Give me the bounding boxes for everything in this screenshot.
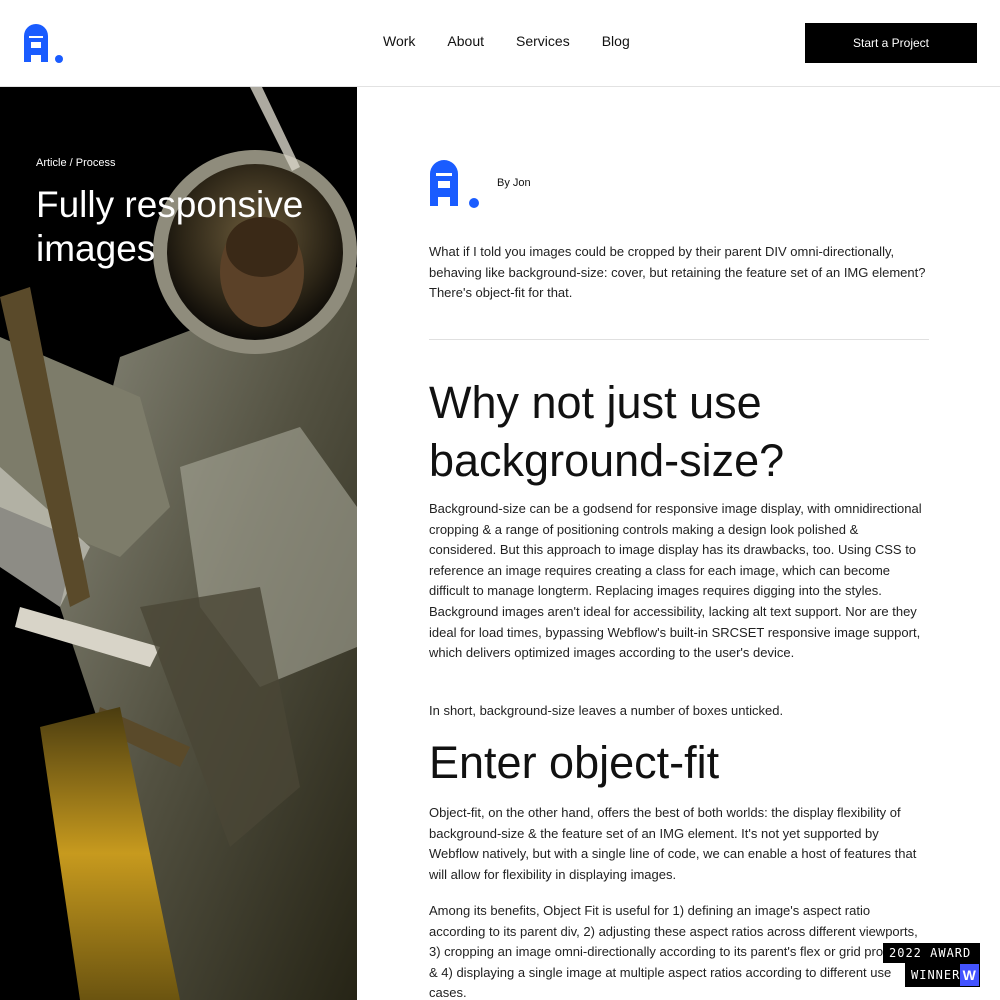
heading-object-fit: Enter object-fit [429,737,720,788]
nav-link-blog[interactable]: Blog [602,33,630,49]
webflow-logo-icon: W [960,964,979,986]
brand-logo-icon[interactable] [22,22,66,66]
nav-link-work[interactable]: Work [383,33,415,49]
site-header: Work About Services Blog Start a Project [0,0,1000,87]
heading-background-size: Why not just use background-size? [429,377,785,486]
award-badge-winner-label: WINNER [911,968,961,982]
body-paragraph: Among its benefits, Object Fit is useful… [429,903,926,1000]
nav-link-about[interactable]: About [447,33,484,49]
body-paragraph: Background-size can be a godsend for res… [429,501,922,661]
award-badge[interactable]: 2022 AWARD WINNER W [883,943,980,987]
award-badge-year: 2022 AWARD [883,943,980,963]
hero-panel: Article / Process Fully responsive image… [0,87,357,1000]
intro-paragraph: What if I told you images could be cropp… [429,244,926,301]
section-divider [429,339,929,340]
page-title: Fully responsive images [36,184,304,269]
body-paragraph: Object-fit, on the other hand, offers th… [429,805,917,882]
start-project-button[interactable]: Start a Project [805,23,977,63]
author-block: By Jon [429,157,531,209]
author-name: By Jon [497,177,531,189]
nav-link-services[interactable]: Services [516,33,570,49]
author-avatar-icon [430,160,479,208]
award-badge-winner: WINNER W [905,963,980,987]
main-nav: Work About Services Blog [383,33,662,49]
breadcrumb[interactable]: Article / Process [36,157,115,169]
body-paragraph: In short, background-size leaves a numbe… [429,703,784,718]
